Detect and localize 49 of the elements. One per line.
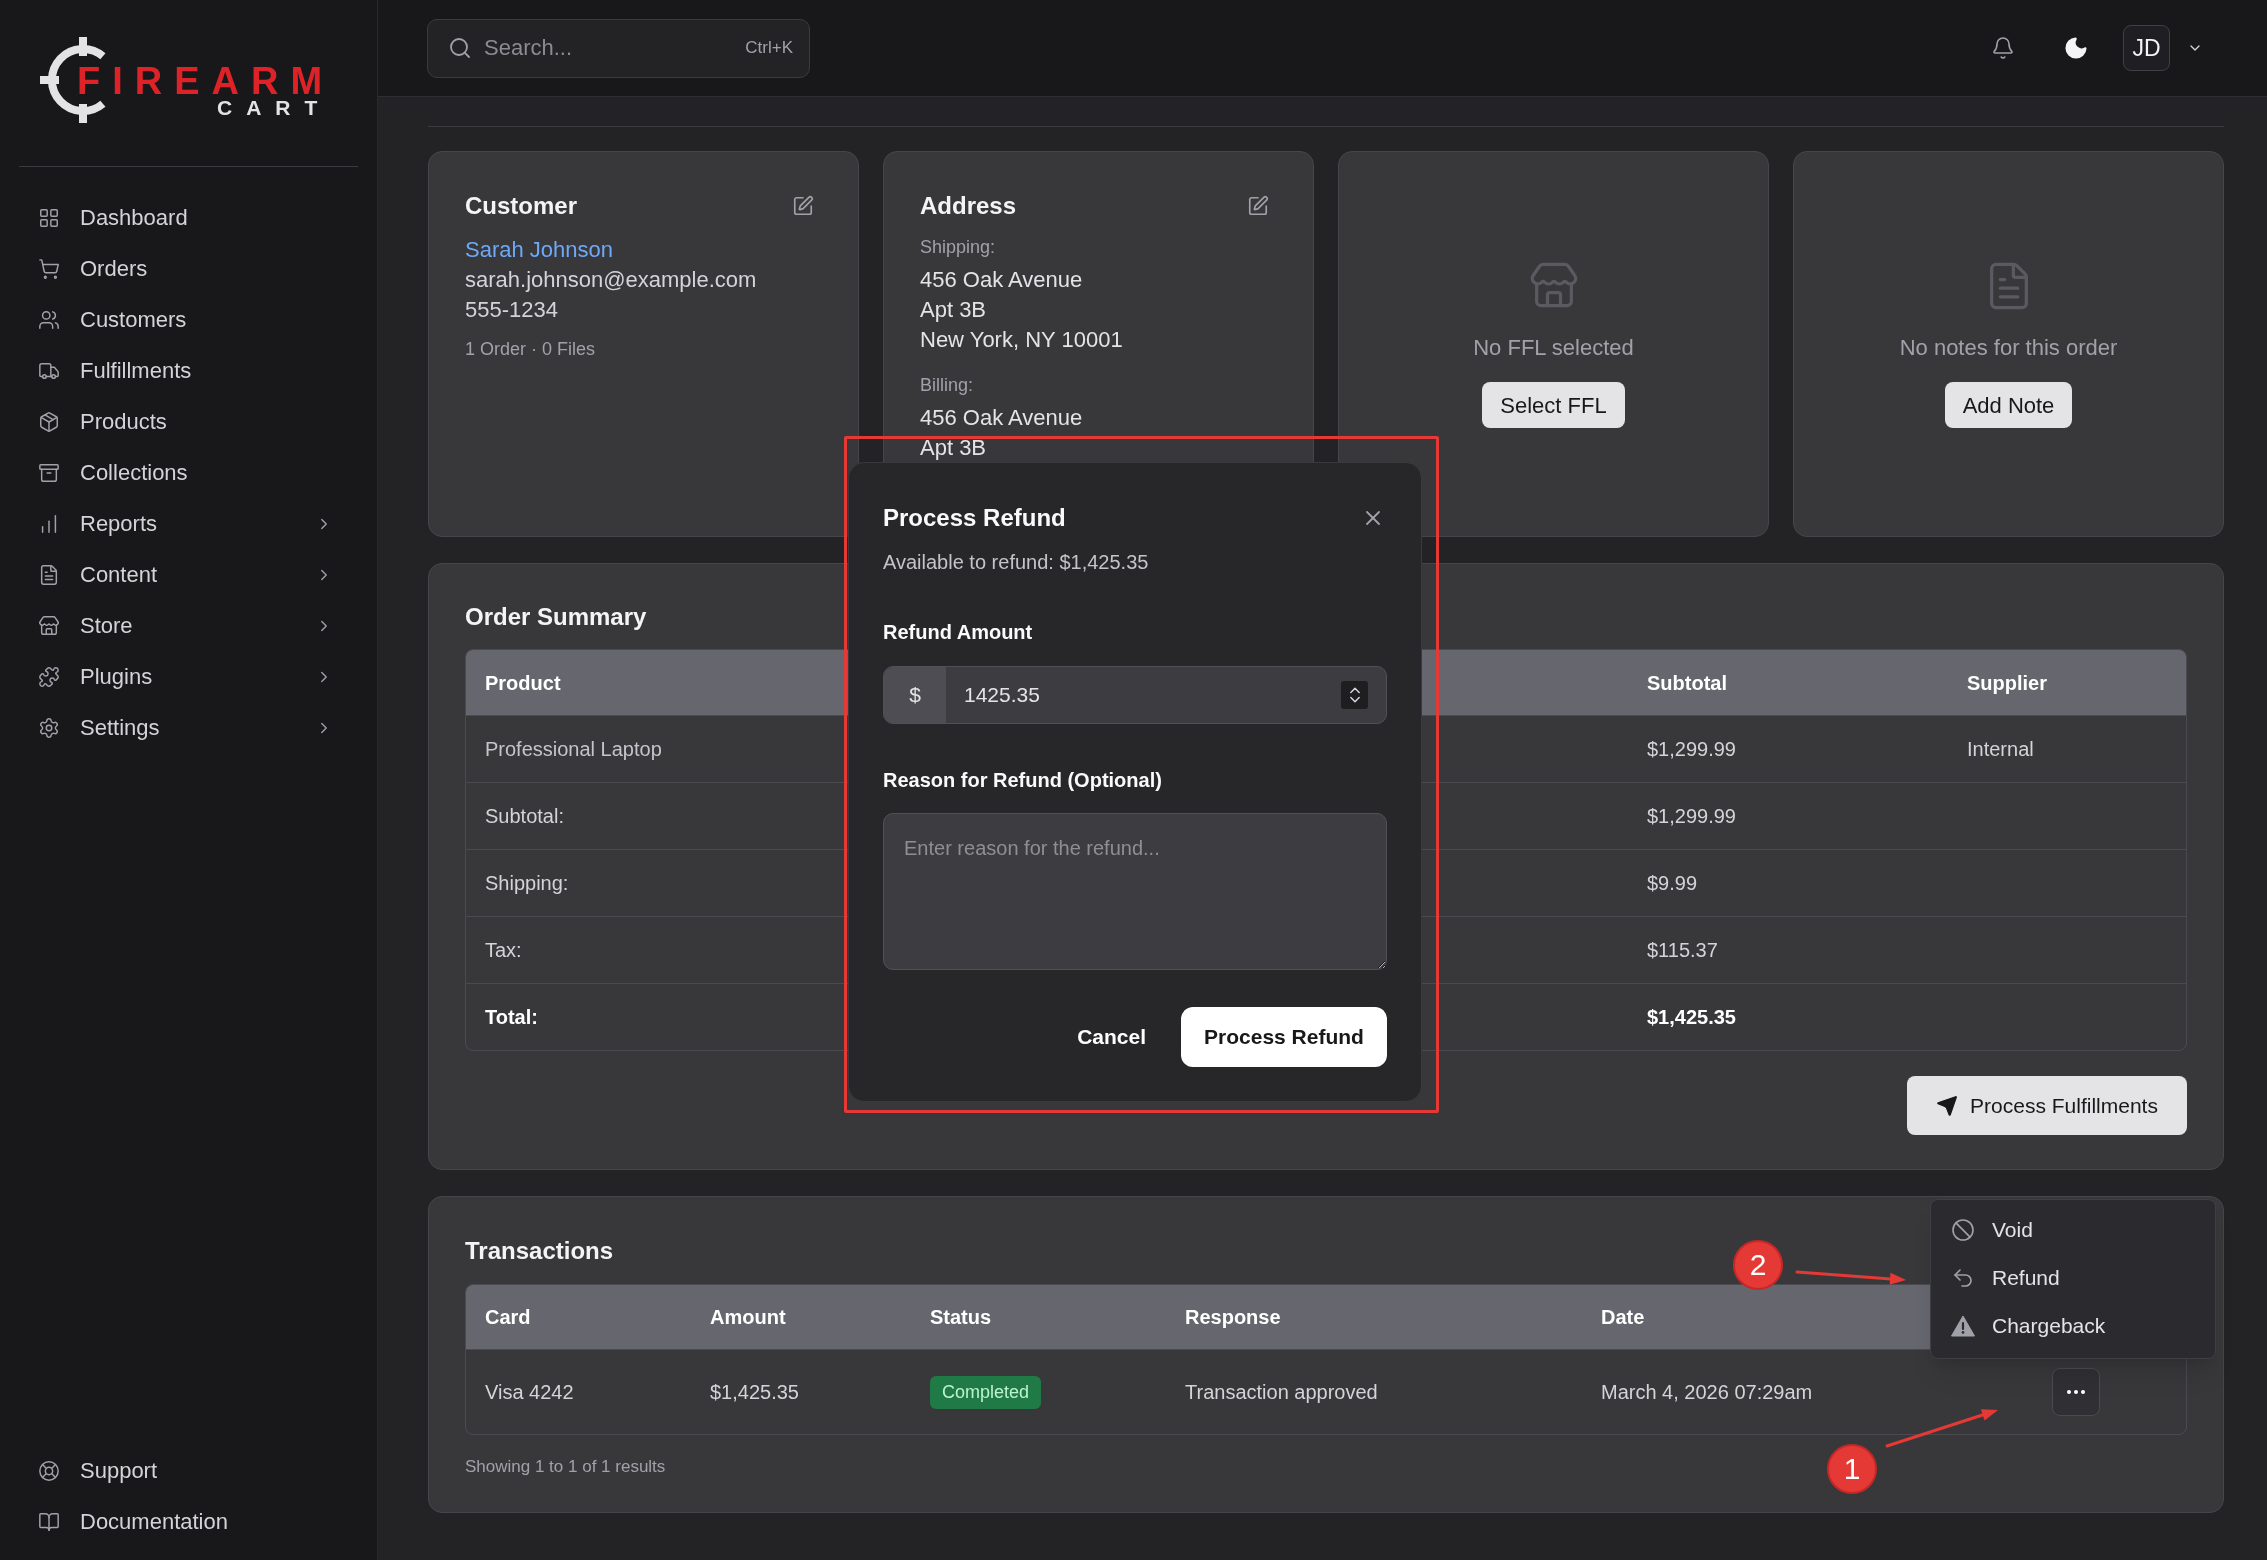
column-header: Supplier: [1967, 670, 2047, 696]
results-count: Showing 1 to 1 of 1 results: [465, 1456, 666, 1478]
table-cell-text: $9.99: [1647, 871, 1698, 896]
address-label: Shipping:: [920, 236, 996, 259]
dialog-title: Process Refund: [883, 503, 1066, 533]
table-cell-text: Shipping:: [485, 871, 569, 896]
field-label: Reason for Refund (Optional): [883, 768, 1162, 793]
shortcut-hint: Ctrl+K: [745, 37, 793, 60]
table-cell-text: Professional Laptop: [485, 737, 662, 762]
table-cell-text: $1,425.35: [710, 1380, 799, 1405]
column-header: Card: [485, 1305, 531, 1330]
status-badge: Completed: [930, 1375, 1042, 1409]
column-header: Date: [1601, 1305, 1645, 1330]
column-header: Amount: [710, 1305, 786, 1330]
table-cell-text: Internal: [1967, 737, 2034, 762]
table-cell-text: Total:: [485, 1005, 538, 1030]
section-title: Transactions: [465, 1236, 614, 1266]
field-label: Refund Amount: [883, 620, 1033, 645]
customer-phone: 555-1234: [465, 296, 558, 324]
logo-wordmark: FIREARM: [77, 67, 335, 95]
customer-email: sarah.johnson@example.com: [465, 266, 757, 294]
empty-state-text: No notes for this order: [1899, 334, 2118, 362]
customer-stats: 1 Order · 0 Files: [465, 338, 596, 361]
logo-subtitle: CART: [217, 100, 332, 116]
column-header: Subtotal: [1647, 670, 1727, 696]
table-cell-text: Subtotal:: [485, 804, 564, 829]
card-title: Customer: [465, 191, 578, 221]
table-cell-text: $1,425.35: [1647, 1005, 1736, 1030]
empty-state-text: No FFL selected: [1473, 334, 1634, 362]
available-amount: Available to refund: $1,425.35: [883, 550, 1149, 575]
address-line: Apt 3B: [920, 296, 987, 324]
card-title: Address: [920, 191, 1017, 221]
address-line: 456 Oak Avenue: [920, 266, 1083, 294]
column-header: Response: [1185, 1305, 1281, 1330]
table-cell-text: $1,299.99: [1647, 804, 1736, 829]
column-header: Status: [930, 1305, 992, 1330]
table-cell-text: Tax:: [485, 938, 522, 963]
address-label: Billing:: [920, 374, 974, 397]
currency-prefix: $: [884, 667, 946, 723]
section-title: Order Summary: [465, 602, 647, 632]
address-line: New York, NY 10001: [920, 326, 1123, 354]
column-header: Product: [485, 670, 561, 696]
address-line: 456 Oak Avenue: [920, 404, 1083, 432]
table-cell-text: $115.37: [1647, 938, 1718, 963]
table-cell-text: Visa 4242: [485, 1380, 574, 1405]
address-line: Apt 3B: [920, 434, 987, 462]
table-cell-text: $1,299.99: [1647, 737, 1736, 762]
table-cell-text: Transaction approved: [1185, 1380, 1378, 1405]
table-cell-text: March 4, 2026 07:29am: [1601, 1380, 1813, 1405]
